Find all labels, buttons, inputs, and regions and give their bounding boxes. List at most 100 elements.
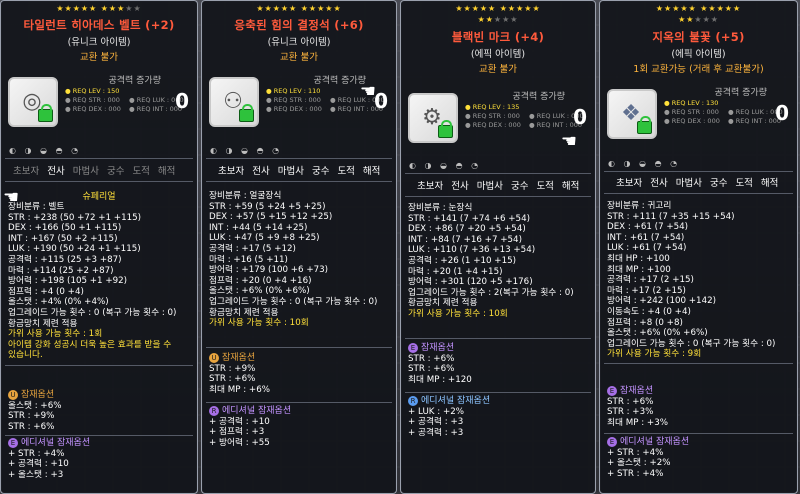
potential-line: STR : +6% [8, 421, 55, 432]
potential-header: U 잠재옵션 [8, 390, 197, 401]
job-pirate: 해적 [362, 166, 381, 177]
additional-potential-section: R 에디셔널 잠재옵션 + 공격력 : +10 + 점프력 : +3 + 방어력 … [202, 406, 396, 448]
stat-line: 공격력 : +115 (25 +3 +87) [8, 254, 122, 265]
lock-icon [637, 116, 652, 134]
divider [5, 435, 193, 436]
stat-line: 점프력 : +4 (0 +4) [8, 286, 84, 297]
stat-line: DEX : +86 (7 +20 +5 +54) [408, 224, 526, 235]
divider [405, 196, 591, 197]
trade-status: 1회 교환가능 (거래 후 교환불가) [633, 64, 764, 75]
star-force-stars: ★★★★★ ★★★★★ [455, 4, 541, 13]
job-beginner: 초보자 [616, 178, 643, 189]
additional-potential-line: + STR : +4% [607, 447, 664, 458]
potential-line: STR : +6% [607, 396, 654, 407]
lock-icon [239, 104, 254, 122]
additional-potential-label: 에디셔널 잠재옵션 [222, 406, 292, 416]
stat-line: LUK : +190 (50 +24 +1 +115) [8, 244, 141, 255]
potential-line: STR : +6% [408, 353, 455, 364]
requirements: ● REQ LEV : 110 ● REQ STR : 000 ● REQ DE… [266, 87, 322, 115]
additional-potential-line: + STR : +4% [8, 448, 65, 459]
stat-line: 장비분류 : 얼굴장식 [209, 191, 282, 201]
item-rarity: (유니크 아이템) [67, 37, 131, 48]
divider [405, 392, 591, 393]
divider [5, 181, 193, 182]
req-level: ● REQ LEV : 110 [266, 87, 321, 95]
job-bowman: 궁수 [510, 181, 529, 192]
req-dex: ● REQ DEX : 000 [65, 105, 121, 114]
job-requirements: 초보자 전사 마법사 궁수 도적 해적 [401, 178, 595, 192]
additional-potential-line: + 올스탯 : +2% [607, 458, 671, 469]
item-name: 타일런트 히아데스 벨트 (+2) [23, 18, 175, 32]
item-rarity: (에픽 아이템) [470, 49, 526, 60]
additional-potential-line: + 공격력 : +10 [8, 459, 69, 470]
potential-badge-icon: U [8, 390, 18, 400]
stat-line: INT : +44 (5 +14 +25) [209, 222, 308, 233]
stat-line: 장비분류 : 눈장식 [408, 203, 473, 213]
stat-line: 방어력 : +301 (120 +5 +176) [408, 277, 533, 288]
attack-increase-value: 0 [175, 89, 189, 113]
star-force-stars-row2: ★★★★★ [678, 15, 719, 24]
item-flag-icons: ◐ ◑ ◒ ◓ ◔ [608, 159, 681, 168]
job-pirate: 해적 [760, 178, 779, 189]
earring-item-icon: ❖ [607, 89, 657, 139]
stat-line: LUK : +47 (5 +9 +8 +25) [209, 233, 320, 244]
job-bowman: 궁수 [106, 166, 125, 177]
req-str: ● REQ STR : 000 [266, 96, 321, 105]
req-str: ● REQ STR : 000 [664, 108, 719, 117]
divider [206, 181, 392, 182]
trade-status: 교환 불가 [479, 64, 517, 75]
divider [405, 173, 591, 174]
job-requirements: 초보자 전사 마법사 궁수 도적 해적 [202, 163, 396, 177]
lock-icon [438, 120, 453, 138]
job-bowman: 궁수 [709, 178, 728, 189]
additional-potential-badge-icon: E [8, 438, 18, 448]
req-level: ● REQ LEV : 135 [465, 103, 520, 111]
additional-potential-line: + 방어력 : +55 [209, 437, 270, 448]
job-warrior: 전사 [650, 178, 668, 189]
potential-section: U 잠재옵션 STR : +9% STR : +6% 최대 MP : +6% [202, 353, 396, 395]
superior-label: 슈페리얼 [82, 192, 116, 202]
potential-label: 잠재옵션 [620, 386, 654, 396]
job-magician: 마법사 [675, 178, 702, 189]
requirements: ● REQ LEV : 135 ● REQ STR : 000 ● REQ DE… [465, 103, 521, 131]
stat-line: 올스탯 : +6% (0% +6%) [607, 328, 708, 339]
divider [604, 193, 793, 194]
potential-line: 최대 MP : +3% [607, 417, 668, 428]
req-str: ● REQ STR : 000 [465, 112, 520, 121]
requirements: ● REQ LEV : 130 ● REQ STR : 000 ● REQ DE… [664, 99, 720, 127]
additional-potential-line: + 공격력 : +3 [408, 427, 464, 438]
additional-potential-label: 에디셔널 잠재옵션 [620, 437, 690, 447]
stat-line: INT : +61 (7 +54) [607, 232, 685, 243]
additional-potential-section: E 에디셔널 잠재옵션 + STR : +4% + 올스탯 : +2% + STR… [600, 437, 797, 479]
divider [604, 433, 793, 434]
stat-line: 마력 : +20 (1 +4 +15) [408, 266, 503, 277]
stat-line: 가위 사용 가능 횟수 : 10회 [408, 308, 508, 319]
job-magician: 마법사 [476, 181, 503, 192]
potential-header: E 잠재옵션 [408, 343, 595, 354]
potential-badge-icon: E [408, 343, 418, 353]
potential-section: E 잠재옵션 STR : +6% STR : +3% 최대 MP : +3% [600, 386, 797, 428]
job-thief: 도적 [536, 181, 554, 192]
attack-increase-label: 공격력 증가량 [313, 76, 366, 86]
job-magician: 마법사 [277, 166, 304, 177]
potential-line: STR : +9% [8, 411, 55, 422]
stat-line: STR : +141 (7 +74 +6 +54) [408, 213, 530, 224]
potential-header: U 잠재옵션 [209, 353, 396, 364]
potential-section: U 잠재옵션 올스탯 : +6% STR : +9% STR : +6% [1, 390, 197, 432]
item-tooltip-belt: ★★★★★ ★★★★★ 타일런트 히아데스 벨트 (+2) (유니크 아이템) … [0, 0, 198, 494]
potential-label: 잠재옵션 [21, 390, 55, 400]
trade-status: 교환 불가 [280, 52, 318, 63]
item-name: 응축된 힘의 결정석 (+6) [234, 18, 364, 32]
potential-label: 잠재옵션 [222, 353, 256, 363]
potential-line: STR : +6% [408, 364, 455, 375]
potential-badge-icon: E [607, 386, 617, 396]
additional-potential-line: + LUK : +2% [408, 406, 465, 417]
stat-line: 황금망치 제련 적용 [8, 318, 78, 329]
item-stats: 장비분류 : 벨트 STR : +238 (50 +72 +1 +115) DE… [1, 202, 197, 361]
stat-line: 업그레이드 가능 횟수 : 0 (복구 가능 횟수 : 0) [209, 296, 378, 307]
item-flag-icons: ◐ ◑ ◒ ◓ ◔ [210, 146, 283, 155]
additional-potential-header: E 에디셔널 잠재옵션 [8, 438, 197, 449]
additional-potential-line: + 점프력 : +3 [209, 427, 265, 438]
stat-line: 가위 사용 가능 횟수 : 9회 [607, 349, 702, 360]
star-force-stars: ★★★★★ ★★★★★ [655, 4, 742, 13]
